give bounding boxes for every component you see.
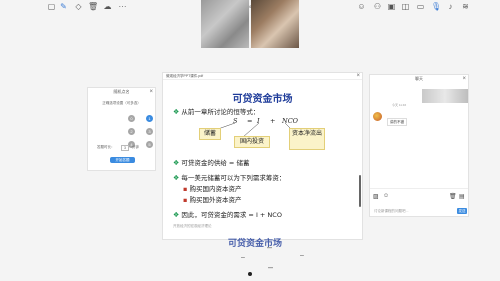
page-indicator[interactable] xyxy=(248,272,252,276)
image-icon[interactable]: ▨ xyxy=(373,193,379,200)
doc-scrollbar[interactable] xyxy=(359,175,361,207)
duration-input[interactable]: 3 xyxy=(121,145,129,151)
duration-unit: 分钟 xyxy=(132,145,139,149)
stray-mark-icon: – xyxy=(267,242,273,252)
send-button[interactable]: 发送 xyxy=(457,208,467,214)
people-icon[interactable]: ⚇ xyxy=(373,2,382,11)
option-2[interactable]: 2 xyxy=(128,128,135,135)
slide-footer: 开放经济的宏观经济理论 xyxy=(173,224,212,228)
more-icon[interactable]: ··· xyxy=(118,2,127,11)
option-5[interactable]: 5 xyxy=(146,141,153,148)
close-icon[interactable]: × xyxy=(149,89,153,95)
message-time: 今天 11:46 xyxy=(392,103,407,107)
bullet-3: ❖ 每一美元储蓄可以为下列需求筹资： xyxy=(173,174,286,182)
emoji-icon[interactable]: ☺ xyxy=(383,193,389,199)
avatar xyxy=(373,112,382,121)
participant-video-2[interactable] xyxy=(251,0,299,48)
trash-icon[interactable]: 🗑 xyxy=(88,2,98,11)
duration-label: 答题时长： xyxy=(97,145,115,149)
chat-title: 聊天 xyxy=(415,76,423,81)
wifi-icon: ≋ xyxy=(462,2,469,11)
sub-bullet-1: ▪ 购买国内资本资产 xyxy=(183,185,242,193)
chat-input-area: ▨ ☺ 🗑 ▤ 讨论新课程的问题吧... 发送 xyxy=(370,188,468,219)
avatar-group-icon[interactable]: ☺ xyxy=(357,2,366,11)
sub-bullet-2: ▪ 购买国外资本资产 xyxy=(183,196,242,204)
video-tiles xyxy=(201,0,301,48)
option-1[interactable]: 1 xyxy=(146,115,153,122)
stray-mark-icon: – xyxy=(300,252,304,259)
participant-video-1[interactable] xyxy=(201,0,249,48)
camera-icon[interactable]: ▣ xyxy=(387,2,396,11)
cloud-icon[interactable]: ☁ xyxy=(103,2,112,11)
trash-icon[interactable]: 🗑 xyxy=(449,193,457,200)
chat-input[interactable]: 讨论新课程的问题吧... xyxy=(374,209,408,214)
option-3[interactable]: 3 xyxy=(146,128,153,135)
screen-icon[interactable]: ▭ xyxy=(416,2,425,11)
bullet-4: ❖ 因此，可贷资金的需求 = I + NCO xyxy=(173,211,282,219)
bullet-2: ❖ 可贷资金的供给 = 储蓄 xyxy=(173,159,250,167)
roll-call-panel: 随机点名 × 正确选项设置（可多选） 0 1 2 3 4 5 答题时长： 3 分… xyxy=(87,87,156,171)
roll-call-title: 随机点名 xyxy=(113,89,130,94)
stray-mark-icon: – xyxy=(241,254,245,261)
next-slide-title: 可贷资金市场 xyxy=(228,239,283,249)
chat-icon[interactable]: ◫ xyxy=(401,2,410,11)
select-icon[interactable]: ▢ xyxy=(47,2,56,11)
speaker-icon[interactable]: ♪ xyxy=(446,2,455,11)
chat-message: 讲的不错 xyxy=(387,118,407,126)
participant-name-blur xyxy=(422,89,468,103)
close-icon[interactable]: × xyxy=(462,76,466,82)
mic-icon[interactable]: 🎙 xyxy=(431,2,441,11)
eraser-icon[interactable]: ◇ xyxy=(74,2,83,11)
tag-saving: 储蓄 xyxy=(199,128,221,140)
roll-call-heading: 正确选项设置（可多选） xyxy=(102,101,141,105)
stray-mark-icon: – xyxy=(268,262,274,272)
chat-panel: 聊天 × 今天 11:46 讲的不错 ▨ ☺ 🗑 ▤ 讨论新课程的问题吧... … xyxy=(369,74,469,217)
document-viewer: 微观经济学PPT课件.pdf × 可贷资金市场 ❖ 从前一章所讨论的恒等式： S… xyxy=(162,72,363,249)
file-icon[interactable]: ▤ xyxy=(459,193,465,200)
pen-icon[interactable]: ✎ xyxy=(59,2,68,11)
start-answer-button[interactable]: 开始答题 xyxy=(110,157,135,163)
tag-net-capital-outflow: 资本净流出 xyxy=(289,128,325,150)
option-0[interactable]: 0 xyxy=(128,115,135,122)
tag-domestic-investment: 国内投资 xyxy=(234,136,270,148)
